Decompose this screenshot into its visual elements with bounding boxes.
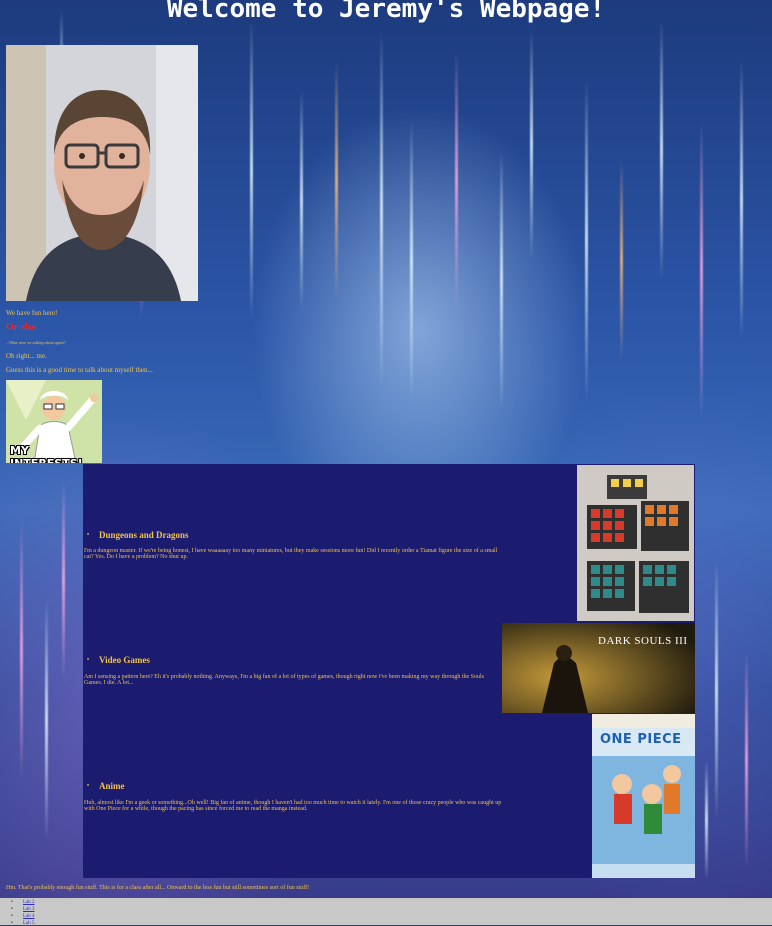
interests-meme-image: MY INTERESTS!: [6, 380, 102, 463]
interest-anime: Anime Huh, almost like I'm a geek or som…: [83, 714, 695, 878]
intro-line-fun: We have fun here!: [6, 309, 58, 317]
one-piece-image: ONE PIECE: [592, 714, 695, 878]
interests-section: Dungeons and Dragons I'm a dungeon maste…: [83, 464, 695, 878]
one-piece-title: ONE PIECE: [600, 732, 682, 747]
intro-line-talk: Guess this is a good time to talk about …: [6, 366, 153, 374]
page-title: Welcome to Jeremy's Webpage!: [166, 0, 606, 24]
nav-link-lab-4[interactable]: Lab 4: [23, 914, 35, 919]
nav-link-lab-3[interactable]: Lab 3: [23, 907, 35, 912]
lab-nav: • Lab 2 • Lab 3 • Lab 4 • Lab 5: [0, 898, 772, 926]
dark-souls-title: DARK SOULS III: [598, 635, 688, 647]
interest-text-anime: Huh, almost like I'm a geek or something…: [84, 800, 502, 812]
interest-video-games: Video Games Am I sensing a pattern here?…: [83, 622, 695, 714]
miniatures-image: [577, 465, 694, 621]
interest-title-anime: Anime: [87, 781, 124, 791]
interest-title-video-games: Video Games: [87, 655, 150, 665]
interest-text-dnd: I'm a dungeon master. If we're being hon…: [84, 548, 498, 560]
intro-line-or-else: Or else.: [6, 322, 39, 333]
nav-link-lab-2[interactable]: Lab 2: [23, 900, 35, 905]
interest-text-video-games: Am I sensing a pattern here? Eh it's pro…: [84, 674, 485, 686]
nav-link-lab-5[interactable]: Lab 5: [23, 921, 35, 926]
footer-text: Hm. That's probably enough fun stuff. Th…: [6, 885, 310, 891]
profile-photo: [6, 45, 198, 301]
interest-dnd: Dungeons and Dragons I'm a dungeon maste…: [83, 464, 695, 622]
intro-line-aside: ...What were we talking about again?: [6, 340, 66, 345]
meme-caption: MY INTERESTS!: [10, 444, 83, 463]
dark-souls-image: DARK SOULS III: [502, 623, 695, 713]
interest-title-dnd: Dungeons and Dragons: [87, 530, 188, 540]
intro-line-me: Oh right... me.: [6, 352, 47, 360]
